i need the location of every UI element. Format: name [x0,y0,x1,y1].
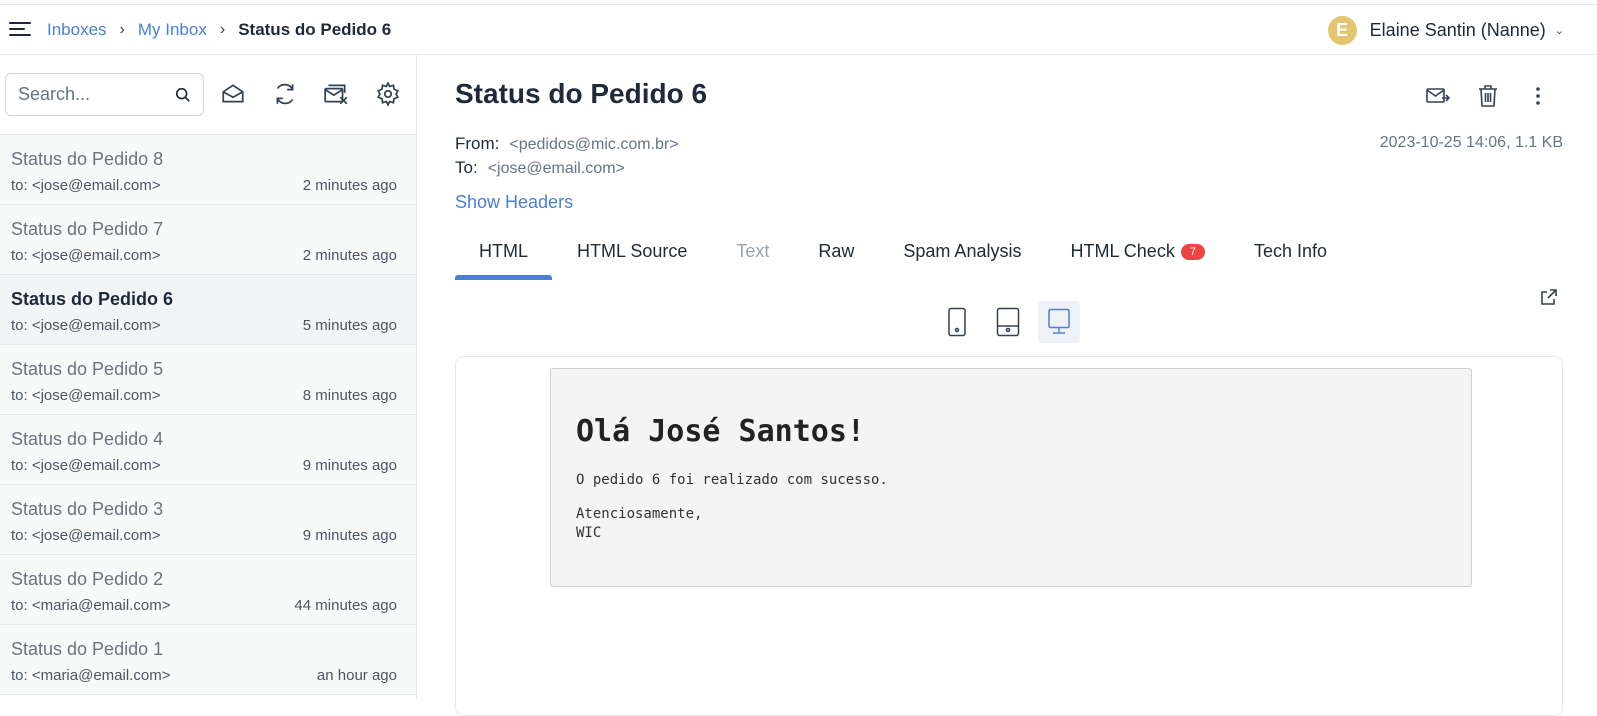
message-recipient: to: <jose@email.com> [11,387,161,404]
to-address: <jose@email.com> [487,160,625,177]
email-body: Olá José Santos! O pedido 6 foi realizad… [550,368,1472,587]
message-recipient: to: <jose@email.com> [11,247,161,264]
message-recipient: to: <jose@email.com> [11,457,161,474]
list-item[interactable]: Status do Pedido 4 to: <jose@email.com> … [0,415,416,485]
breadcrumb-separator: › [219,21,226,38]
list-item[interactable]: Status do Pedido 3 to: <jose@email.com> … [0,485,416,555]
sidebar: Status do Pedido 8 to: <jose@email.com> … [0,55,417,699]
message-recipient: to: <maria@email.com> [11,597,171,614]
tab-label: Text [736,241,770,261]
breadcrumb-separator: › [119,21,125,38]
tab-html[interactable]: HTML [455,225,552,280]
message-subject: Status do Pedido 7 [11,219,164,239]
tab-label: Spam Analysis [903,241,1022,261]
list-item[interactable]: Status do Pedido 8 to: <jose@email.com> … [0,135,416,205]
list-item[interactable]: Status do Pedido 2 to: <maria@email.com>… [0,555,416,625]
from-label: From: [455,134,500,153]
message-subject: Status do Pedido 2 [11,569,164,589]
tab-raw[interactable]: Raw [794,225,878,280]
email-preview-frame: Olá José Santos! O pedido 6 foi realizad… [455,356,1563,716]
message-list: Status do Pedido 8 to: <jose@email.com> … [0,135,416,695]
app-header: Inboxes › My Inbox › Status do Pedido 6 … [0,5,1597,55]
tab-html-check[interactable]: HTML Check 7 [1046,225,1228,280]
message-time: 2 minutes ago [302,247,397,264]
search-box [5,73,204,116]
tablet-icon [996,307,1020,337]
mark-all-read-icon[interactable] [220,81,246,107]
from-row: From: <pedidos@mic.com.br> [455,132,679,156]
from-address: <pedidos@mic.com.br> [509,136,679,153]
message-subject: Status do Pedido 8 [11,149,164,169]
to-label: To: [455,158,478,177]
message-time: 8 minutes ago [302,387,397,404]
breadcrumb-current: Status do Pedido 6 [238,20,392,39]
message-time: 9 minutes ago [302,457,397,474]
phone-icon [948,307,966,337]
message-view: Status do Pedido 6 From: <pedidos@mic.com… [418,55,1597,716]
view-tabs: HTML HTML Source Text Raw Spam Analysis … [455,225,1352,280]
email-signoff: Atenciosamente, [576,506,703,522]
message-subject: Status do Pedido 5 [11,359,164,379]
tablet-view-button[interactable] [987,301,1029,343]
message-subject: Status do Pedido 6 [11,289,174,309]
tab-label: HTML Check [1070,241,1175,261]
tab-tech-info[interactable]: Tech Info [1230,225,1351,280]
email-heading: Olá José Santos! [576,414,865,449]
message-time: an hour ago [316,667,397,684]
email-signature: WIC [576,525,602,541]
chevron-down-icon: ⌄ [1554,25,1564,37]
breadcrumb-inboxes[interactable]: Inboxes [47,20,107,40]
message-subject: Status do Pedido 4 [11,429,164,449]
sidebar-toolbar [0,55,416,135]
to-row: To: <jose@email.com> [455,156,679,180]
menu-icon[interactable] [9,22,31,38]
message-time: 9 minutes ago [302,527,397,544]
message-title: Status do Pedido 6 [455,78,708,109]
message-subject: Status do Pedido 3 [11,499,164,519]
desktop-icon [1048,308,1070,334]
device-preview-toggles [936,301,1089,343]
search-input[interactable] [18,84,163,105]
user-name: Elaine Santin (Nanne) [1369,20,1546,40]
breadcrumb: Inboxes › My Inbox › Status do Pedido 6 [47,20,391,40]
tab-html-source[interactable]: HTML Source [553,225,711,280]
list-item-selected[interactable]: Status do Pedido 6 to: <jose@email.com> … [0,275,416,345]
message-subject: Status do Pedido 1 [11,639,164,659]
message-recipient: to: <jose@email.com> [11,177,161,194]
tab-label: HTML Source [577,241,688,261]
delete-all-icon[interactable] [323,81,349,107]
tab-spam-analysis[interactable]: Spam Analysis [879,225,1045,280]
breadcrumb-my-inbox[interactable]: My Inbox [138,20,207,40]
desktop-view-button[interactable] [1038,301,1080,343]
message-recipient: to: <maria@email.com> [11,667,171,684]
list-item[interactable]: Status do Pedido 7 to: <jose@email.com> … [0,205,416,275]
tab-label: Tech Info [1253,241,1327,261]
more-vertical-icon[interactable] [1525,83,1551,109]
external-link-icon[interactable] [1539,287,1559,307]
email-paragraph: O pedido 6 foi realizado com sucesso. [576,472,888,488]
avatar: E [1327,16,1357,45]
show-headers-link[interactable]: Show Headers [455,192,573,213]
message-time: 2 minutes ago [302,177,397,194]
message-date-size: 2023-10-25 14:06, 1.1 KB [1379,134,1563,151]
trash-icon[interactable] [1475,83,1501,109]
gear-icon[interactable] [375,81,401,107]
message-actions [1401,83,1551,109]
html-check-badge: 7 [1180,244,1205,260]
message-recipient: to: <jose@email.com> [11,527,161,544]
list-item[interactable]: Status do Pedido 5 to: <jose@email.com> … [0,345,416,415]
message-time: 5 minutes ago [302,317,397,334]
tab-label: HTML [479,241,528,261]
forward-mail-icon[interactable] [1425,83,1451,109]
search-icon[interactable] [174,86,192,104]
message-time: 44 minutes ago [294,597,397,614]
user-menu[interactable]: E Elaine Santin (Nanne) ⌄ [1327,16,1564,45]
tab-text[interactable]: Text [712,225,793,280]
mobile-view-button[interactable] [936,301,978,343]
list-item[interactable]: Status do Pedido 1 to: <maria@email.com>… [0,625,416,695]
tab-label: Raw [818,241,855,261]
message-recipient: to: <jose@email.com> [11,317,161,334]
message-meta: From: <pedidos@mic.com.br> To: <jose@email… [455,132,679,180]
refresh-icon[interactable] [272,81,298,107]
